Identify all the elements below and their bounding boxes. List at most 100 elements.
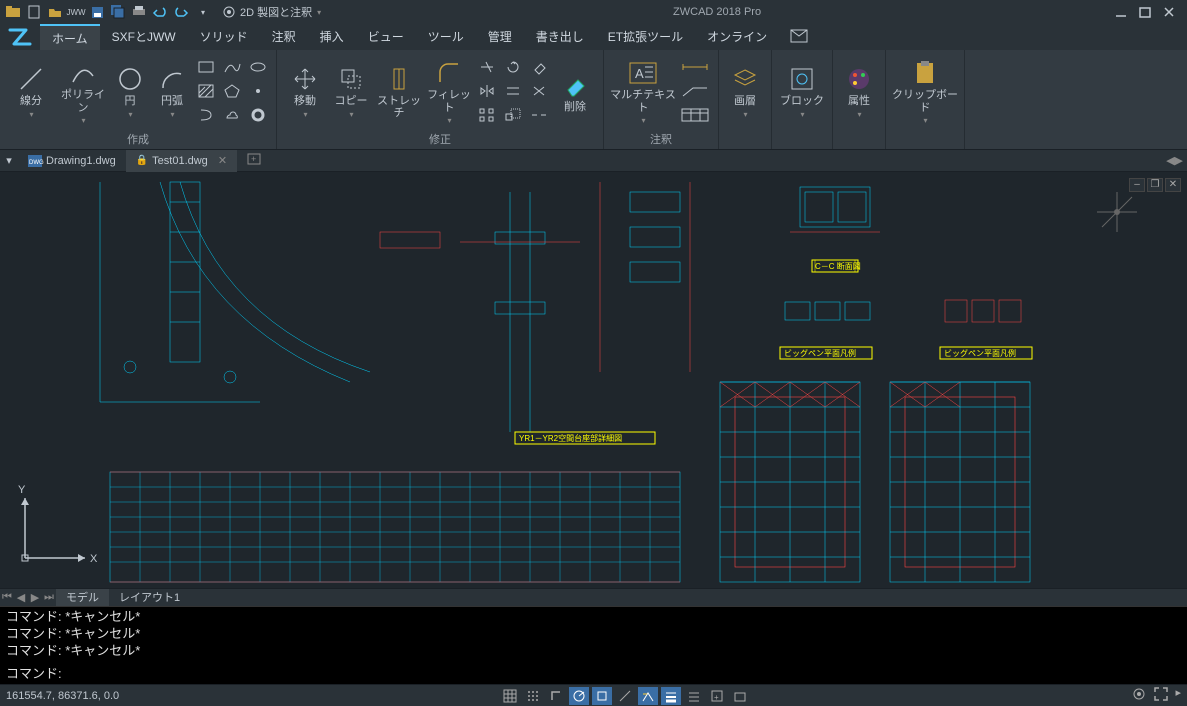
ellipse-icon[interactable] <box>246 56 270 78</box>
plot-icon[interactable] <box>130 3 148 21</box>
tab-home[interactable]: ホーム <box>40 24 100 50</box>
layout-tab-layout1[interactable]: レイアウト1 <box>109 589 190 607</box>
app-logo[interactable] <box>0 24 40 50</box>
block-button[interactable]: ブロック▾ <box>778 56 826 128</box>
grid-display-icon[interactable] <box>523 687 543 705</box>
otrack-icon[interactable] <box>615 687 635 705</box>
circle-button[interactable]: 円▾ <box>110 56 150 128</box>
copy-button[interactable]: コピー▾ <box>329 56 373 128</box>
donut-icon[interactable] <box>246 104 270 126</box>
erase-icon[interactable] <box>527 56 551 78</box>
settings-gear-icon[interactable] <box>1131 686 1147 705</box>
mirror-icon[interactable] <box>475 80 499 102</box>
ortho-icon[interactable] <box>546 687 566 705</box>
hatch-icon[interactable] <box>194 80 218 102</box>
workspace-selector[interactable]: 2D 製図と注釈 ▾ <box>222 4 321 20</box>
minimize-button[interactable] <box>1113 4 1129 20</box>
revcloud-icon[interactable] <box>220 104 244 126</box>
doctab-drawing1[interactable]: DWG Drawing1.dwg <box>18 150 126 172</box>
viewport-restore-icon[interactable]: ❐ <box>1147 178 1163 192</box>
leader-icon[interactable] <box>678 80 712 102</box>
fullscreen-icon[interactable] <box>1153 686 1169 705</box>
layout-nav-first-icon[interactable]: ⏮ <box>0 591 14 604</box>
point-icon[interactable] <box>246 80 270 102</box>
properties-button[interactable]: 属性▾ <box>839 56 879 128</box>
snap-grid-icon[interactable] <box>500 687 520 705</box>
line-button[interactable]: 線分▾ <box>6 56 56 128</box>
undo-icon[interactable] <box>151 3 169 21</box>
save-icon[interactable] <box>88 3 106 21</box>
rotate-icon[interactable] <box>501 56 525 78</box>
coordinates-readout[interactable]: 161554.7, 86371.6, 0.0 <box>6 690 119 702</box>
explode-icon[interactable] <box>527 80 551 102</box>
polygon-icon[interactable] <box>220 80 244 102</box>
viewport-close-icon[interactable]: ✕ <box>1165 178 1181 192</box>
dimension-linear-icon[interactable] <box>678 56 712 78</box>
polar-icon[interactable] <box>569 687 589 705</box>
folder-explorer-icon[interactable] <box>4 3 22 21</box>
table-ann-icon[interactable] <box>678 104 712 126</box>
redo-icon[interactable] <box>172 3 190 21</box>
new-doctab-icon[interactable]: + <box>241 153 267 168</box>
tab-solid[interactable]: ソリッド <box>188 24 260 50</box>
model-paper-toggle-icon[interactable]: + <box>707 687 727 705</box>
viewport-split-right-icon[interactable]: ▶ <box>1175 154 1183 167</box>
move-button[interactable]: 移動▾ <box>283 56 327 128</box>
panel-annotate-title: 注釈 <box>610 129 712 149</box>
saveall-icon[interactable] <box>109 3 127 21</box>
statusbar-menu-icon[interactable]: ▸ <box>1175 686 1181 705</box>
svg-text:A: A <box>635 66 644 81</box>
rectangle-icon[interactable] <box>194 56 218 78</box>
close-button[interactable] <box>1161 4 1177 20</box>
tab-et-tools[interactable]: ET拡張ツール <box>596 24 695 50</box>
tab-export[interactable]: 書き出し <box>524 24 596 50</box>
tab-manage[interactable]: 管理 <box>476 24 524 50</box>
polyline-button[interactable]: ポリライン▾ <box>58 56 108 128</box>
offset-icon[interactable] <box>501 80 525 102</box>
command-input[interactable] <box>62 663 1181 682</box>
layout-tab-model[interactable]: モデル <box>56 589 109 607</box>
view-cube[interactable] <box>1087 182 1147 247</box>
fillet-button[interactable]: フィレット▾ <box>425 56 473 128</box>
tab-annotate[interactable]: 注釈 <box>260 24 308 50</box>
mail-icon[interactable] <box>791 30 807 45</box>
layout-nav-last-icon[interactable]: ⏭ <box>42 591 56 604</box>
svg-text:ビッグペン平面凡例: ビッグペン平面凡例 <box>784 348 856 358</box>
array-icon[interactable] <box>475 104 499 126</box>
tab-view[interactable]: ビュー <box>356 24 416 50</box>
break-icon[interactable] <box>527 104 551 126</box>
helix-icon[interactable] <box>194 104 218 126</box>
doctab-dropdown-icon[interactable]: ▾ <box>0 154 18 167</box>
layout-nav-prev-icon[interactable]: ◀ <box>14 591 28 604</box>
dynamic-input-icon[interactable] <box>638 687 658 705</box>
doctab-test01[interactable]: 🔒 Test01.dwg ✕ <box>126 150 237 172</box>
new-file-icon[interactable] <box>25 3 43 21</box>
clipboard-button[interactable]: クリップボード▾ <box>892 56 958 128</box>
cycling-icon[interactable] <box>684 687 704 705</box>
stretch-button[interactable]: ストレッチ <box>375 56 423 128</box>
layer-button[interactable]: 画層▾ <box>725 56 765 128</box>
delete-button[interactable]: 削除 <box>553 56 597 128</box>
close-tab-icon[interactable]: ✕ <box>218 154 227 167</box>
tab-online[interactable]: オンライン <box>695 24 779 50</box>
svg-text:YR1－YR2空間台座部詳細図: YR1－YR2空間台座部詳細図 <box>519 433 622 443</box>
lineweight-icon[interactable] <box>661 687 681 705</box>
trim-icon[interactable] <box>475 56 499 78</box>
maximize-button[interactable] <box>1137 4 1153 20</box>
arc-button[interactable]: 円弧▾ <box>152 56 192 128</box>
mtext-button[interactable]: A マルチテキスト▾ <box>610 56 676 128</box>
viewport-split-left-icon[interactable]: ◀ <box>1166 154 1174 167</box>
annotation-scale-icon[interactable] <box>730 687 750 705</box>
tab-sxf-jww[interactable]: SXFとJWW <box>100 24 188 50</box>
osnap-icon[interactable] <box>592 687 612 705</box>
qat-more-icon[interactable]: ▾ <box>194 3 212 21</box>
open-file-icon[interactable] <box>46 3 64 21</box>
open-jww-icon[interactable]: JWW <box>67 3 85 21</box>
command-window[interactable]: コマンド: *キャンセル* コマンド: *キャンセル* コマンド: *キャンセル… <box>0 606 1187 684</box>
layout-nav-next-icon[interactable]: ▶ <box>28 591 42 604</box>
scale-icon[interactable] <box>501 104 525 126</box>
spline-icon[interactable] <box>220 56 244 78</box>
drawing-canvas[interactable]: C－C 断面図 ビッグペン平面凡例 ビッグペン平面凡例 YR1－YR2空間台座部… <box>0 172 1187 588</box>
tab-tools[interactable]: ツール <box>416 24 476 50</box>
tab-insert[interactable]: 挿入 <box>308 24 356 50</box>
